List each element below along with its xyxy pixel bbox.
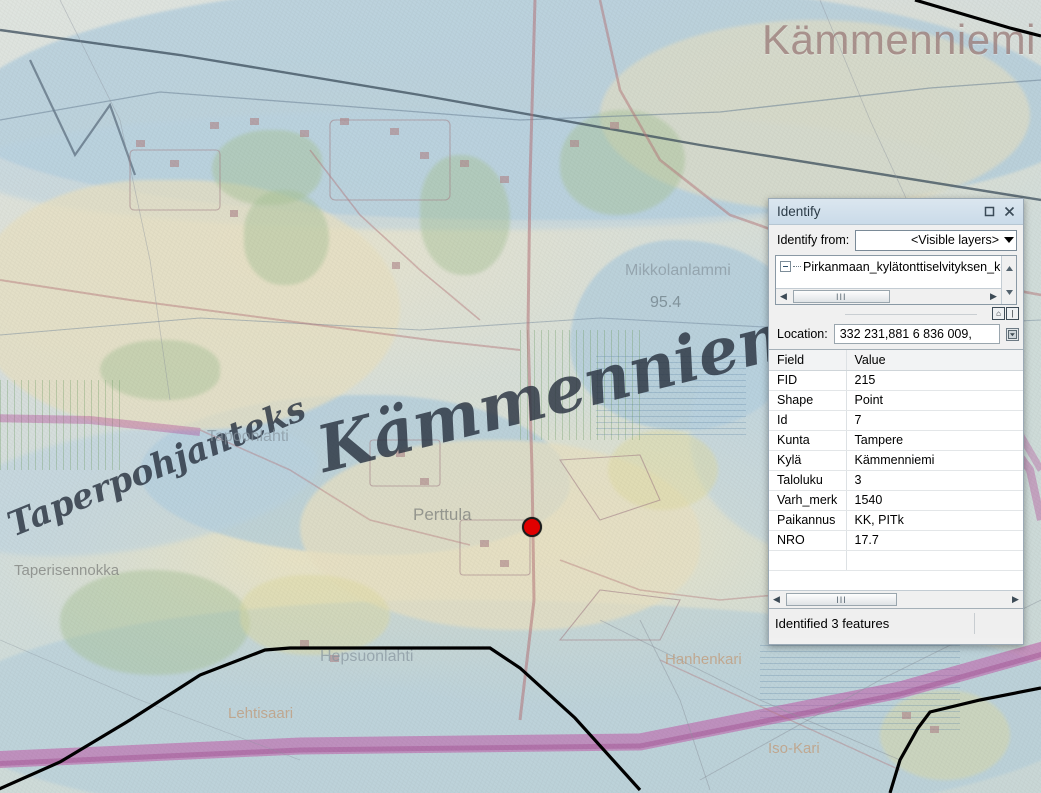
statusbar-divider	[974, 613, 975, 634]
dialog-statusbar: Identified 3 features	[769, 608, 1023, 638]
scroll-right-icon[interactable]: ▶	[986, 291, 1001, 302]
expand-collapse-icon[interactable]	[780, 261, 791, 272]
field-value: Point	[846, 390, 1023, 411]
field-value: KK, PITk	[846, 510, 1023, 531]
location-label: Location:	[777, 327, 828, 341]
field-value-empty	[846, 550, 1023, 571]
hscroll-thumb[interactable]: III	[786, 593, 897, 606]
field-value: Tampere	[846, 430, 1023, 451]
tree-mini-toolbar: ⌂ |	[769, 305, 1023, 321]
identify-from-select[interactable]: <Visible layers>	[855, 229, 1017, 251]
field-name-empty	[769, 550, 847, 571]
attributes-table-body: FID 215 Shape Point Id 7 Kunta Tampere Kylä K…	[769, 370, 1023, 571]
attributes-table-hscrollbar[interactable]: ◀ III ▶	[769, 590, 1023, 608]
field-value: Kämmenniemi	[846, 450, 1023, 471]
field-name: Kunta	[769, 430, 847, 451]
dialog-titlebar[interactable]: Identify	[769, 199, 1023, 225]
table-row: Shape Point	[769, 390, 1023, 411]
table-header-row: Field Value	[769, 350, 1023, 371]
layer-tree-node[interactable]: Pirkanmaan_kylätonttiselvityksen_ko	[776, 256, 1016, 275]
dialog-body: Identify from: <Visible layers> Pirkanma…	[769, 225, 1023, 638]
layer-tree-vscrollbar[interactable]	[1001, 256, 1016, 304]
column-header-field: Field	[769, 350, 847, 371]
field-name: Kylä	[769, 450, 847, 471]
table-row: Taloluku 3	[769, 470, 1023, 491]
table-row: FID 215	[769, 370, 1023, 391]
layer-tree-hscrollbar[interactable]: ◀ III ▶	[776, 288, 1001, 304]
tree-connector-icon	[793, 266, 801, 267]
column-header-value: Value	[846, 350, 1023, 371]
field-value: 1540	[846, 490, 1023, 511]
layer-tree-panel[interactable]: Pirkanmaan_kylätonttiselvityksen_ko ◀ II…	[775, 255, 1017, 305]
table-row: Kunta Tampere	[769, 430, 1023, 451]
maximize-icon[interactable]	[979, 203, 999, 221]
expand-all-button[interactable]: ⌂	[992, 306, 1005, 320]
collapse-all-button[interactable]: |	[1006, 306, 1019, 320]
field-name: Varh_merk	[769, 490, 847, 511]
field-name: NRO	[769, 530, 847, 551]
scroll-left-icon[interactable]: ◀	[776, 291, 791, 302]
attributes-table: Field Value FID 215 Shape Point Id 7 Kunta T…	[769, 350, 1023, 571]
scroll-down-icon[interactable]	[1002, 280, 1016, 304]
field-value: 7	[846, 410, 1023, 431]
identify-from-label: Identify from:	[777, 233, 850, 247]
field-value: 215	[846, 370, 1023, 391]
table-row: Varh_merk 1540	[769, 490, 1023, 511]
table-row: Paikannus KK, PITk	[769, 510, 1023, 531]
scroll-right-icon[interactable]: ▶	[1008, 594, 1023, 605]
table-row: Kylä Kämmenniemi	[769, 450, 1023, 471]
location-input[interactable]: 332 231,881 6 836 009,	[833, 324, 1000, 344]
close-icon[interactable]	[999, 203, 1019, 221]
hscroll-thumb[interactable]: III	[793, 290, 890, 303]
field-name: Shape	[769, 390, 847, 411]
identify-from-row: Identify from: <Visible layers>	[769, 225, 1023, 255]
field-name: Id	[769, 410, 847, 431]
field-name: Paikannus	[769, 510, 847, 531]
dialog-title: Identify	[777, 204, 821, 219]
field-name: Taloluku	[769, 470, 847, 491]
identify-from-value: <Visible layers>	[910, 233, 999, 247]
table-row-empty	[769, 550, 1023, 571]
layer-tree-node-label: Pirkanmaan_kylätonttiselvityksen_ko	[803, 259, 1008, 274]
table-row: Id 7	[769, 410, 1023, 431]
scroll-up-icon[interactable]	[1002, 256, 1016, 280]
attributes-table-container[interactable]: Field Value FID 215 Shape Point Id 7 Kunta T…	[769, 349, 1023, 608]
field-value: 17.7	[846, 530, 1023, 551]
chevron-down-icon	[1004, 237, 1014, 243]
status-text: Identified 3 features	[775, 616, 890, 631]
location-row: Location: 332 231,881 6 836 009,	[769, 321, 1023, 349]
field-value: 3	[846, 470, 1023, 491]
identify-dialog[interactable]: Identify Identify from: <Visible layers>	[768, 198, 1024, 645]
identified-feature-point[interactable]	[522, 517, 542, 537]
scroll-left-icon[interactable]: ◀	[769, 594, 784, 605]
field-name: FID	[769, 370, 847, 391]
table-row: NRO 17.7	[769, 530, 1023, 551]
location-options-button[interactable]	[1006, 327, 1019, 341]
